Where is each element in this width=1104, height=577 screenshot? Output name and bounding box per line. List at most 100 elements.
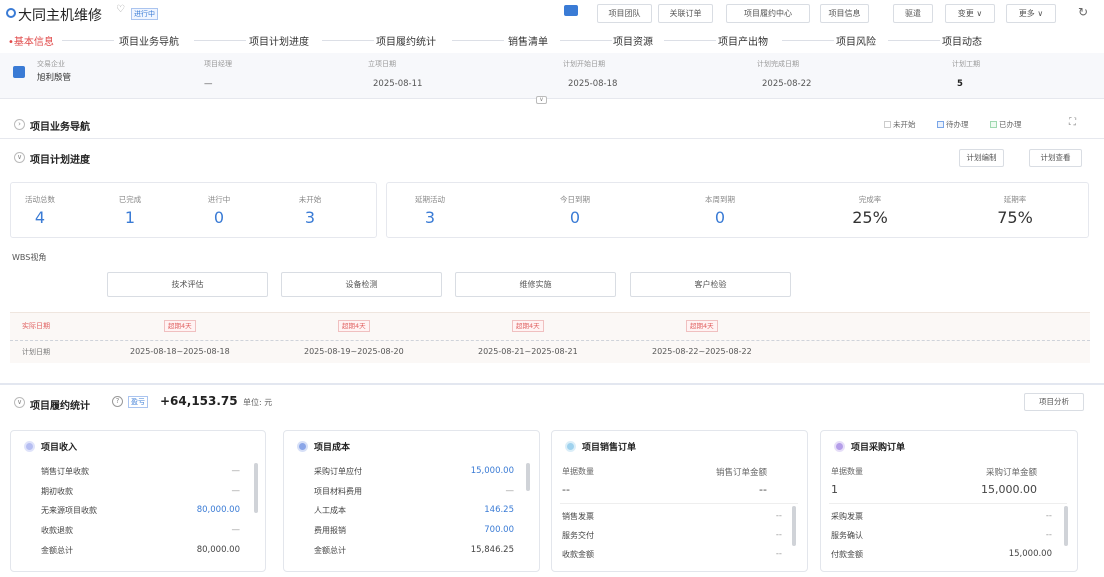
stat-delayed: 延期活动 3	[405, 194, 455, 227]
overdue-badge: 超期4天	[164, 320, 196, 332]
profit-value: +64,153.75	[160, 394, 238, 408]
project-analysis-button[interactable]: 项目分析	[1024, 393, 1084, 411]
info-label: 计划工期	[952, 60, 980, 68]
row-value: 700.00	[484, 525, 514, 535]
stat-value: 25%	[852, 208, 888, 227]
stat-total: 活动总数 4	[20, 194, 60, 227]
stat-value: 3	[424, 208, 436, 227]
stat-label: 活动总数	[25, 195, 55, 204]
stat-label: 完成率	[858, 195, 882, 204]
purchase-order-icon	[834, 441, 845, 452]
scrollbar[interactable]	[254, 463, 258, 513]
stat-value: 1	[124, 208, 136, 227]
plan-date-range: 2025-08-19~2025-08-20	[304, 347, 404, 356]
row-label: 服务交付	[562, 531, 594, 540]
change-dropdown[interactable]: 变更 ∨	[945, 4, 995, 23]
refresh-icon[interactable]: ↻	[1078, 5, 1088, 19]
info-value: 旭利殷管	[37, 73, 72, 83]
more-dropdown[interactable]: 更多 ∨	[1006, 4, 1056, 23]
dispatch-button[interactable]: 驱遣	[893, 4, 933, 23]
wbs-node-customer-inspection[interactable]: 客户检验	[630, 272, 791, 297]
project-info-button[interactable]: 项目信息	[820, 4, 869, 23]
row-label: 付款金额	[831, 550, 863, 559]
legend-label: 待办理	[946, 120, 969, 129]
tab-divider	[782, 40, 834, 41]
plan-edit-button[interactable]: 计划编制	[959, 149, 1004, 167]
project-title: 大同主机维修	[18, 8, 102, 24]
tab-activity[interactable]: 项目动态	[942, 33, 982, 48]
row-label: 服务确认	[831, 531, 863, 540]
tab-risks[interactable]: 项目风险	[836, 33, 876, 48]
tab-sales-list[interactable]: 销售清单	[508, 33, 548, 48]
stat-due-week: 本周到期 0	[695, 194, 745, 227]
info-label: 交易企业	[37, 60, 65, 68]
row-label: 金额总计	[41, 546, 73, 555]
stat-label: 延期率	[1003, 195, 1027, 204]
row-value: --	[1045, 530, 1052, 540]
tab-resources[interactable]: 项目资源	[613, 33, 653, 48]
row-label: 采购订单应付	[314, 467, 362, 476]
cost-icon	[297, 441, 308, 452]
row-label: 费用报销	[314, 526, 346, 535]
status-badge: 进行中	[131, 8, 158, 20]
collapse-icon[interactable]: ∨	[14, 397, 25, 408]
income-icon	[24, 441, 35, 452]
help-icon[interactable]: ?	[112, 396, 123, 407]
overdue-badge: 超期4天	[338, 320, 370, 332]
section-title: 项目履约统计	[30, 401, 90, 412]
stat-value: 75%	[997, 208, 1033, 227]
expand-icon[interactable]: ›	[14, 119, 25, 130]
scrollbar[interactable]	[1064, 506, 1068, 546]
stat-value: 4	[34, 208, 46, 227]
stat-delay-rate: 延期率 75%	[985, 194, 1045, 227]
row-value: 15,846.25	[470, 545, 514, 555]
card-divider	[560, 503, 798, 504]
legend-done-icon	[990, 121, 997, 128]
scrollbar[interactable]	[526, 463, 530, 491]
tab-divider	[560, 40, 612, 41]
plan-date-range: 2025-08-21~2025-08-21	[478, 347, 578, 356]
favorite-heart-icon[interactable]: ♡	[116, 4, 125, 15]
top-label: 单据数量	[562, 467, 594, 476]
tab-plan-progress[interactable]: 项目计划进度	[249, 33, 309, 48]
wbs-node-equipment-check[interactable]: 设备检测	[281, 272, 442, 297]
row-label: 金额总计	[314, 546, 346, 555]
card-title: 项目采购订单	[851, 443, 906, 453]
section-title: 项目业务导航	[30, 122, 90, 133]
row-label: 人工成本	[314, 506, 346, 515]
stat-value: 0	[569, 208, 581, 227]
related-orders-button[interactable]: 关联订单	[658, 4, 713, 23]
row-value: --	[775, 549, 782, 559]
tab-deliverables[interactable]: 项目产出物	[718, 33, 768, 48]
legend-label: 已办理	[999, 120, 1022, 129]
wbs-node-repair[interactable]: 维修实施	[455, 272, 616, 297]
top-label: 采购订单金额	[985, 468, 1037, 478]
row-label: 采购发票	[831, 512, 863, 521]
tab-fulfillment-stats[interactable]: 项目履约统计	[376, 33, 436, 48]
legend-pending-icon	[937, 121, 944, 128]
project-header: 大同主机维修 ♡ 进行中 项目团队 关联订单 项目履约中心 项目信息 驱遣 变更…	[0, 0, 1104, 27]
plan-view-button[interactable]: 计划查看	[1029, 149, 1082, 167]
stat-label: 今日到期	[560, 195, 590, 204]
more-label: 更多	[1018, 9, 1035, 18]
tab-divider	[888, 40, 940, 41]
row-value: 80,000.00	[196, 545, 240, 555]
plan-date-range: 2025-08-22~2025-08-22	[652, 347, 752, 356]
collapse-icon[interactable]: ∨	[14, 152, 25, 163]
wbs-node-tech-assessment[interactable]: 技术评估	[107, 272, 268, 297]
tab-business-nav[interactable]: 项目业务导航	[119, 33, 179, 48]
scrollbar[interactable]	[792, 506, 796, 546]
sales-order-card: 项目销售订单 单据数量 销售订单金额 -- -- 销售发票 -- 服务交付 -- 收款金…	[551, 430, 808, 572]
stat-value: 0	[714, 208, 726, 227]
collapse-toggle-icon[interactable]: ∨	[536, 96, 547, 104]
tab-basic-info[interactable]: •基本信息	[8, 33, 54, 48]
row-value: --	[775, 511, 782, 521]
row-value: --	[775, 530, 782, 540]
tab-divider	[452, 40, 504, 41]
fullscreen-icon[interactable]: ⛶	[1069, 117, 1076, 128]
project-team-button[interactable]: 项目团队	[597, 4, 652, 23]
fulfillment-center-button[interactable]: 项目履约中心	[726, 4, 810, 23]
row-value: --	[1045, 511, 1052, 521]
chat-icon[interactable]	[564, 5, 578, 16]
business-nav-section: › 项目业务导航 未开始 待办理 已办理 ⛶	[0, 110, 1104, 139]
